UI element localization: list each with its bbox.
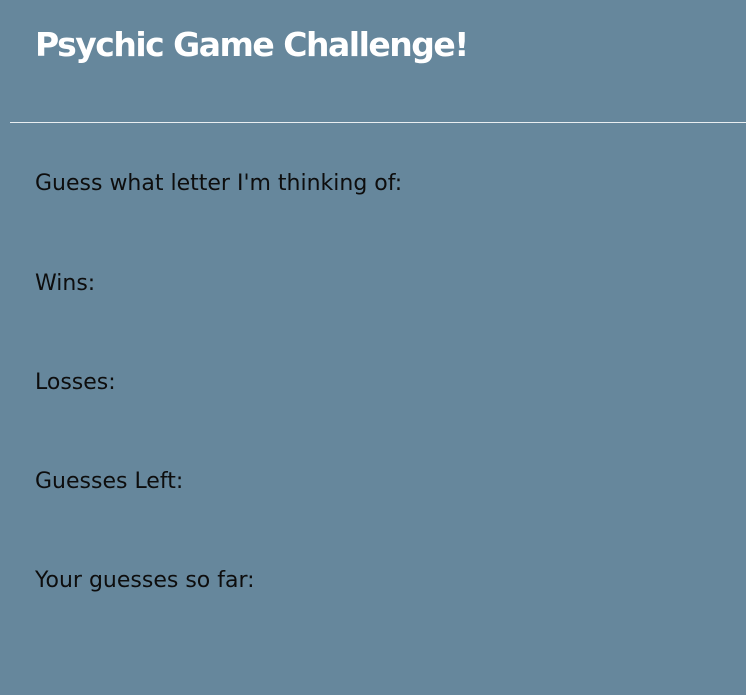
guess-prompt: Guess what letter I'm thinking of: bbox=[35, 170, 402, 198]
guesses-so-far-row: Your guesses so far: bbox=[35, 567, 263, 595]
wins-label: Wins: bbox=[35, 271, 96, 296]
guesses-left-row: Guesses Left: bbox=[35, 468, 191, 496]
wins-row: Wins: bbox=[35, 270, 103, 298]
guesses-so-far-label: Your guesses so far: bbox=[35, 568, 255, 593]
guesses-left-label: Guesses Left: bbox=[35, 469, 184, 494]
guess-prompt-label: Guess what letter I'm thinking of: bbox=[35, 171, 403, 196]
page-title: Psychic Game Challenge! bbox=[35, 25, 469, 64]
losses-row: Losses: bbox=[35, 369, 124, 397]
header-divider bbox=[10, 122, 746, 123]
losses-label: Losses: bbox=[35, 370, 116, 395]
